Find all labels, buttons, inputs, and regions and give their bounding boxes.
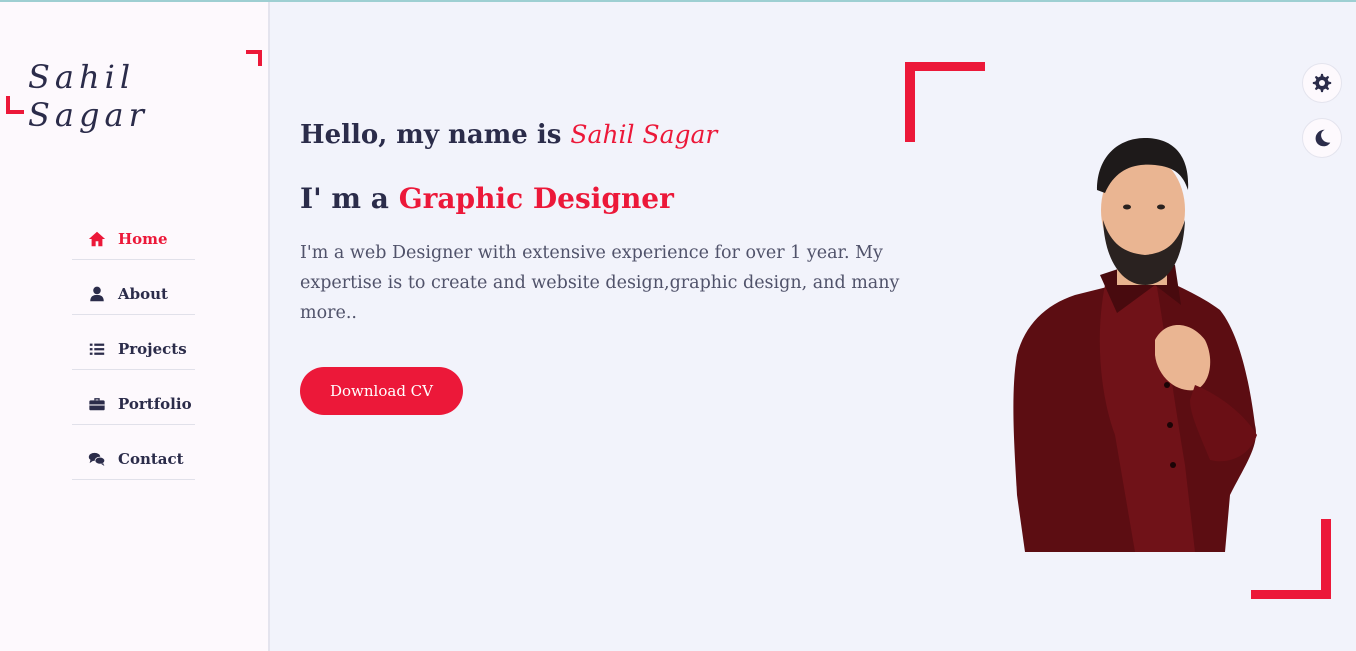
list-icon <box>86 340 108 358</box>
nav-item-portfolio[interactable]: Portfolio <box>72 385 195 425</box>
nav-label-about: About <box>118 284 168 303</box>
frame-corner-bottom-right <box>1251 590 1331 599</box>
nav-label-portfolio: Portfolio <box>118 394 192 413</box>
greeting-text: Hello, my name is <box>300 120 562 150</box>
nav-item-about[interactable]: About <box>72 275 195 315</box>
role-prefix: I' m a <box>300 182 389 215</box>
nav-label-projects: Projects <box>118 339 187 358</box>
logo-corner-bottom-left <box>6 96 24 114</box>
sidebar: Sahil Sagar Home About Projects Portfoli… <box>0 2 270 651</box>
hero-name: Sahil Sagar <box>570 120 718 149</box>
logo-text[interactable]: Sahil Sagar <box>28 58 262 134</box>
gear-icon <box>1311 72 1333 94</box>
main-nav: Home About Projects Portfolio Contact <box>72 220 195 495</box>
nav-label-contact: Contact <box>118 449 184 468</box>
nav-label-home: Home <box>118 229 168 248</box>
logo[interactable]: Sahil Sagar <box>6 50 262 134</box>
download-cv-button[interactable]: Download CV <box>300 367 463 415</box>
nav-item-contact[interactable]: Contact <box>72 440 195 480</box>
nav-item-projects[interactable]: Projects <box>72 330 195 370</box>
moon-icon <box>1311 127 1333 149</box>
frame-corner-top-left-vertical <box>905 62 915 142</box>
frame-corner-top-left <box>905 62 985 71</box>
home-icon <box>86 230 108 248</box>
hero-description: I'm a web Designer with extensive experi… <box>300 243 900 323</box>
profile-photo <box>1013 138 1257 552</box>
briefcase-icon <box>86 395 108 413</box>
style-switcher-toggle[interactable] <box>1302 63 1342 103</box>
nav-item-home[interactable]: Home <box>72 220 195 260</box>
hero-greeting: Hello, my name is Sahil Sagar <box>300 120 717 150</box>
dark-mode-toggle[interactable] <box>1302 118 1342 158</box>
user-icon <box>86 285 108 303</box>
hero-role: I' m a Graphic Designer <box>300 182 674 215</box>
comments-icon <box>86 450 108 468</box>
role-title: Graphic Designer <box>398 182 674 215</box>
frame-corner-bottom-right-vertical <box>1321 519 1331 599</box>
